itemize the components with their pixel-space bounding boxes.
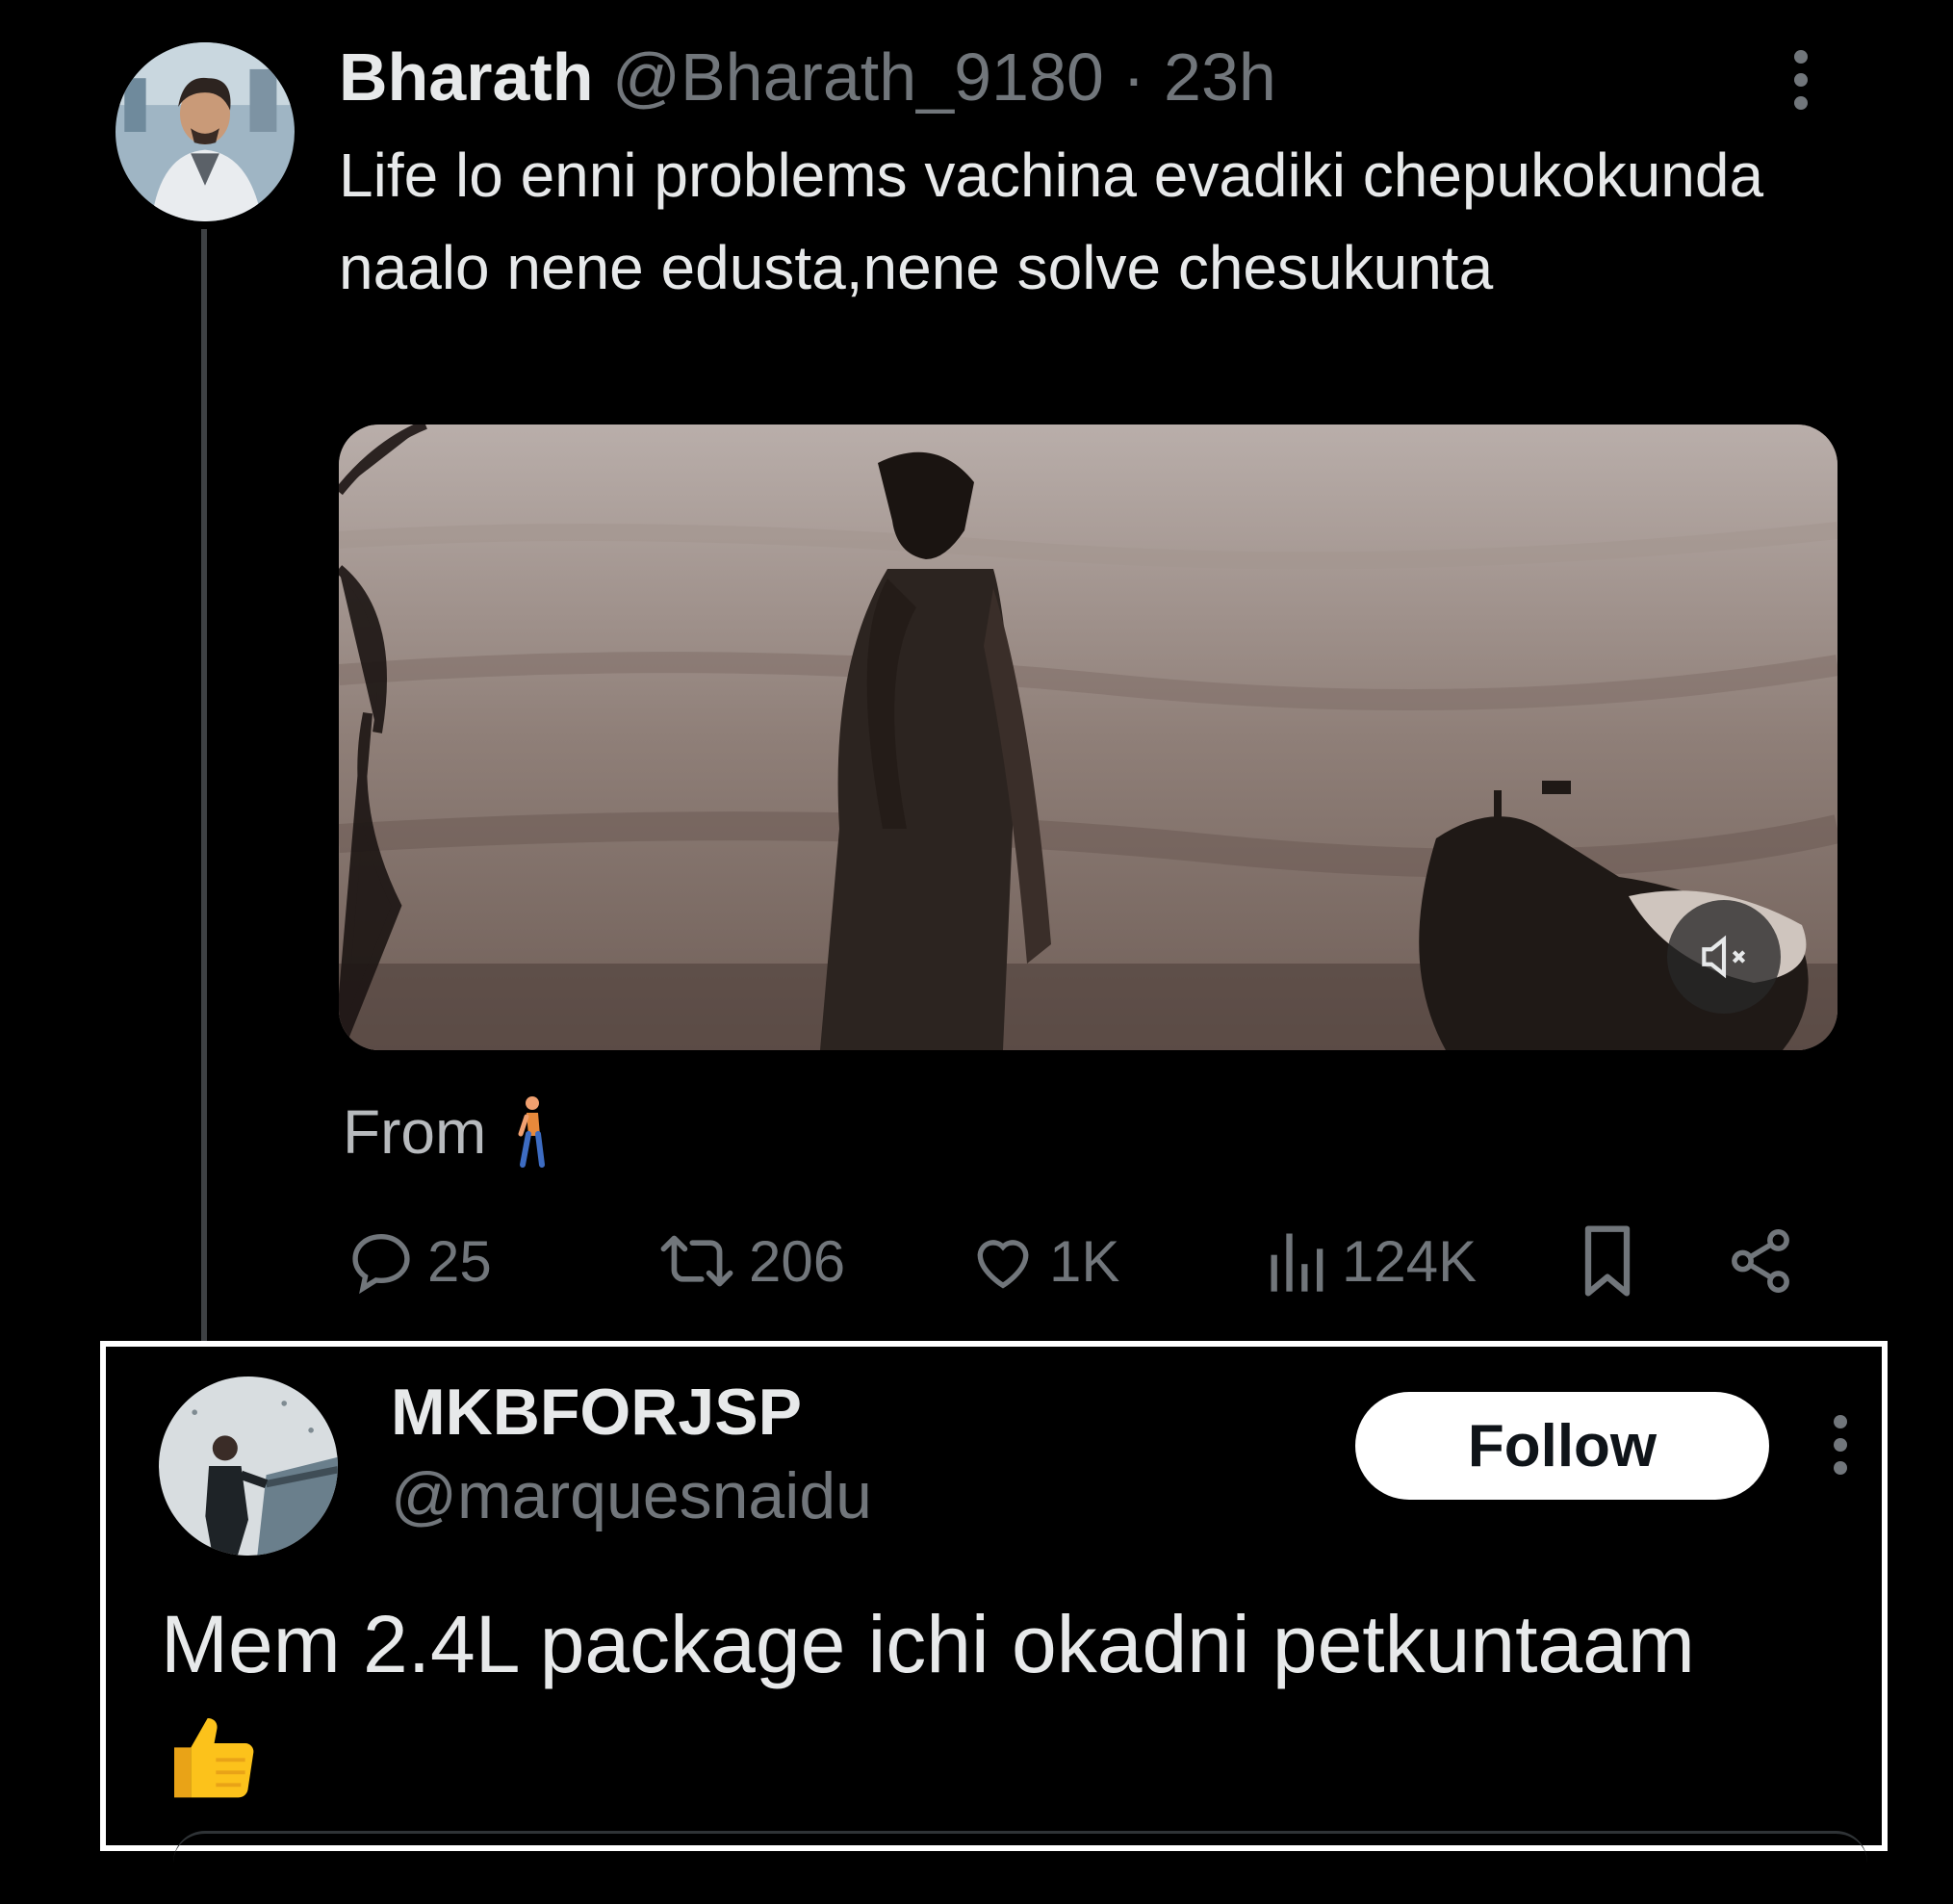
mute-toggle-button[interactable]	[1667, 900, 1781, 1014]
like-count: 1K	[1049, 1228, 1120, 1294]
thumbs-up-icon	[174, 1718, 254, 1798]
author-handle[interactable]: @Bharath_9180	[612, 39, 1104, 115]
reply-author-name[interactable]: MKBFORJSP	[391, 1375, 802, 1450]
analytics-icon	[1271, 1233, 1323, 1292]
speaker-muted-icon	[1702, 935, 1746, 979]
tweet-header: Bharath @Bharath_9180 · 23h	[339, 37, 1276, 117]
bookmark-icon	[1584, 1225, 1631, 1297]
reply-author-avatar[interactable]	[159, 1377, 338, 1556]
views-action[interactable]: 124K	[1265, 1222, 1477, 1299]
person-walking-icon	[518, 1096, 546, 1168]
reply-text: Mem 2.4L package ichi okadni petkuntaam	[161, 1599, 1695, 1689]
reply-icon	[352, 1233, 410, 1295]
views-count: 124K	[1342, 1228, 1478, 1294]
from-label: From	[343, 1097, 487, 1167]
reply-author-handle[interactable]: @marquesnaidu	[391, 1458, 872, 1533]
repost-icon	[660, 1235, 733, 1287]
media-caption: From	[343, 1095, 550, 1169]
repost-action[interactable]: 206	[655, 1222, 845, 1299]
repost-count: 206	[749, 1228, 846, 1294]
next-item-edge	[173, 1831, 1867, 1863]
bookmark-action[interactable]	[1574, 1222, 1641, 1299]
separator-dot: ·	[1122, 39, 1145, 115]
tweet-video[interactable]	[339, 425, 1837, 1050]
follow-button[interactable]: Follow	[1355, 1392, 1769, 1500]
reply-more-options-icon[interactable]	[1831, 1415, 1850, 1475]
tweet-text: Life lo enni problems vachina evadiki ch…	[339, 141, 1764, 302]
more-options-icon[interactable]	[1791, 50, 1811, 110]
author-avatar[interactable]	[116, 42, 295, 221]
thread-line	[201, 229, 207, 1346]
reply-action[interactable]: 25	[345, 1222, 492, 1299]
tweet-time[interactable]: 23h	[1164, 39, 1276, 115]
like-action[interactable]: 1K	[966, 1222, 1119, 1299]
share-icon	[1732, 1229, 1789, 1293]
heart-icon	[977, 1240, 1029, 1289]
author-name[interactable]: Bharath	[339, 39, 593, 115]
video-frame	[339, 425, 1837, 1050]
reply-count: 25	[427, 1228, 492, 1294]
share-action[interactable]	[1725, 1222, 1796, 1299]
